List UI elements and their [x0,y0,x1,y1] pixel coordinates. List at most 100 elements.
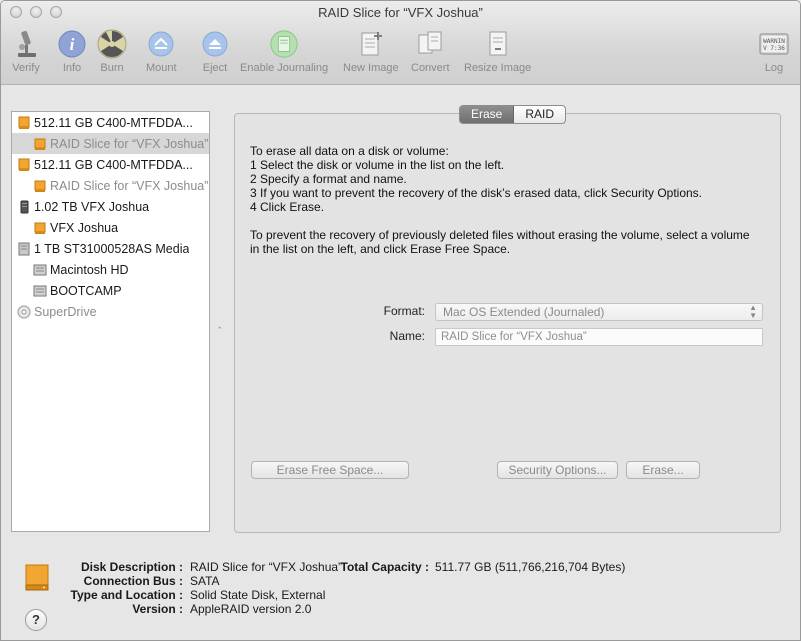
mount-arrow-icon [146,29,176,59]
erase-free-space-button[interactable]: Erase Free Space... [251,461,409,479]
volume-orange-icon [33,221,47,235]
instruction-line: 3 If you want to prevent the recovery of… [250,186,703,200]
convert-button[interactable]: Convert [411,29,450,74]
sidebar-item-label: Macintosh HD [50,262,129,277]
split-view-drag-handle[interactable]: ‸ [218,318,221,329]
sidebar-item[interactable]: 1.02 TB VFX Joshua [12,196,209,217]
erase-button[interactable]: Erase... [626,461,700,479]
resize-image-icon [483,29,513,59]
mount-button[interactable]: Mount [146,29,177,74]
name-label: Name: [389,329,425,343]
version-value: AppleRAID version 2.0 [190,602,312,616]
sidebar-item-label: 512.11 GB C400-MTFDDA... [34,115,193,130]
burn-label: Burn [100,62,124,74]
type-location-label: Type and Location : [70,588,183,602]
version-label: Version : [132,602,183,616]
type-location-value: Solid State Disk, External [190,588,326,602]
hard-drive-gray-icon [17,242,31,256]
sidebar-item[interactable]: 1 TB ST31000528AS Media [12,238,209,259]
log-console-icon: WARNIN V 7:36 [759,29,789,59]
free-space-instruction: To prevent the recovery of previously de… [250,228,750,242]
volume-orange-icon [33,179,47,193]
help-button[interactable]: ? [25,609,47,631]
sidebar-item[interactable]: RAID Slice for “VFX Joshua” [12,133,209,154]
sidebar-item[interactable]: BOOTCAMP [12,280,209,301]
sidebar-item-label: SuperDrive [34,304,97,319]
tab-raid[interactable]: RAID [514,106,565,123]
svg-text:WARNIN: WARNIN [763,38,785,45]
hard-drive-orange-icon [17,158,31,172]
volume-gray-icon [33,263,47,277]
burn-radiation-icon [97,29,127,59]
svg-text:V 7:36: V 7:36 [763,45,785,52]
new-image-icon [356,29,386,59]
info-button[interactable]: i Info [57,29,87,74]
hard-drive-orange-icon [17,116,31,130]
free-space-instruction: in the list on the left, and click Erase… [250,242,511,256]
sidebar-item-label: RAID Slice for “VFX Joshua” [50,136,209,151]
log-label: Log [764,62,784,74]
window-title: RAID Slice for “VFX Joshua” [318,5,483,20]
disk-description-label: Disk Description : [80,560,183,574]
instruction-line: 2 Specify a format and name. [250,172,407,186]
sidebar-item-label: 1.02 TB VFX Joshua [34,199,150,214]
burn-button[interactable]: Burn [97,29,127,74]
svg-text:i: i [70,35,75,54]
info-icon: i [57,29,87,59]
verify-button[interactable]: Verify [11,29,41,74]
volume-orange-icon [33,137,47,151]
enable-journaling-label: Enable Journaling [240,62,329,74]
sidebar-item[interactable]: 512.11 GB C400-MTFDDA... [12,154,209,175]
erase-instructions: To erase all data on a disk or volume: 1… [250,144,770,256]
microscope-icon [11,29,41,59]
eject-icon [200,29,230,59]
new-image-label: New Image [343,62,399,74]
disk-info-area: ? Disk Description : RAID Slice for “VFX… [1,541,800,640]
eject-button[interactable]: Eject [200,29,230,74]
instruction-line: To erase all data on a disk or volume: [250,144,449,158]
instruction-line: 4 Click Erase. [250,200,325,214]
security-options-button[interactable]: Security Options... [497,461,618,479]
verify-label: Verify [12,62,40,74]
resize-image-label: Resize Image [464,62,532,74]
tab-erase[interactable]: Erase [460,106,515,123]
new-image-button[interactable]: New Image [343,29,399,74]
superdrive-icon [17,305,31,319]
updown-arrows-icon: ▲ ▼ [749,303,757,320]
sidebar-item[interactable]: SuperDrive [12,301,209,322]
sidebar-item-label: BOOTCAMP [50,283,122,298]
convert-label: Convert [411,62,450,74]
connection-bus-value: SATA [190,574,220,588]
disk-utility-window: RAID Slice for “VFX Joshua” Verify i Inf… [0,0,801,641]
sidebar-item-label: 512.11 GB C400-MTFDDA... [34,157,193,172]
volume-gray-icon [33,284,47,298]
erase-panel: Erase RAID To erase all data on a disk o… [234,105,781,533]
sidebar-item[interactable]: Macintosh HD [12,259,209,280]
log-button[interactable]: WARNIN V 7:36 Log [759,29,789,74]
sidebar-item-label: VFX Joshua [50,220,119,235]
convert-icon [415,29,445,59]
raid-set-icon [17,200,31,214]
sidebar-item-label: 1 TB ST31000528AS Media [34,241,190,256]
connection-bus-label: Connection Bus : [83,574,183,588]
journal-book-icon [269,29,299,59]
mount-label: Mount [146,62,177,74]
selected-disk-orange-icon [23,561,51,594]
sidebar-item[interactable]: 512.11 GB C400-MTFDDA... [12,112,209,133]
eject-label: Eject [202,62,228,74]
disk-description-value: RAID Slice for “VFX Joshua” [190,560,343,574]
total-capacity-label: Total Capacity : [340,560,429,574]
total-capacity-value: 511.77 GB (511,766,216,704 Bytes) [435,560,626,574]
resize-image-button[interactable]: Resize Image [464,29,531,74]
sidebar-item[interactable]: RAID Slice for “VFX Joshua” [12,175,209,196]
format-select-value: Mac OS Extended (Journaled) [443,305,605,319]
instruction-line: 1 Select the disk or volume in the list … [250,158,505,172]
volume-name-field[interactable]: RAID Slice for “VFX Joshua” [435,328,763,346]
panel-tabs: Erase RAID [459,105,567,124]
sidebar-item[interactable]: VFX Joshua [12,217,209,238]
format-select[interactable]: Mac OS Extended (Journaled) ▲ ▼ [435,303,763,321]
info-label: Info [62,62,82,74]
format-label: Format: [383,304,425,318]
disk-list-sidebar[interactable]: 512.11 GB C400-MTFDDA... RAID Slice for “… [11,111,210,532]
enable-journaling-button[interactable]: Enable Journaling [240,29,328,74]
